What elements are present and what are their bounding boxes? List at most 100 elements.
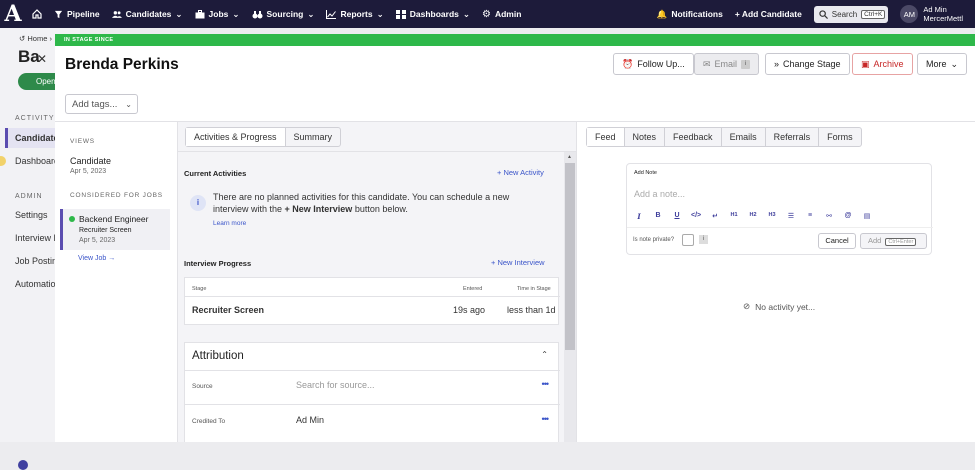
- avatar[interactable]: AM: [900, 5, 919, 23]
- add-note-button[interactable]: Add Ctrl+Enter: [860, 233, 927, 249]
- view-candidate[interactable]: Candidate: [70, 156, 111, 166]
- help-icon[interactable]: [18, 460, 28, 470]
- briefcase-icon: [195, 9, 205, 18]
- h2-button[interactable]: H2: [748, 212, 758, 221]
- chevron-down-icon: ⌄: [125, 100, 132, 109]
- source-more-icon[interactable]: •••: [542, 379, 550, 389]
- numbered-list-button[interactable]: ≡: [805, 212, 815, 221]
- credited-more-icon[interactable]: •••: [542, 414, 550, 424]
- nav-sourcing[interactable]: Sourcing ⌄: [246, 9, 321, 20]
- info-text-bold: + New Interview: [284, 204, 353, 214]
- add-tags-select[interactable]: Add tags... ⌄: [65, 94, 138, 114]
- nav-admin[interactable]: ⚙ Admin: [476, 9, 527, 20]
- status-dot: [0, 156, 6, 166]
- nav-reports[interactable]: Reports ⌄: [320, 9, 389, 20]
- search-button[interactable]: Search Ctrl+K: [813, 5, 889, 23]
- nav-candidates-label: Candidates: [125, 9, 172, 19]
- table-header-stage: Stage: [192, 286, 207, 292]
- format-toolbar: I B U </> ↵ H1 H2 H3 ☰ ≡ ⚯ @ ▤: [634, 212, 872, 221]
- info-text-2: button below.: [352, 204, 408, 214]
- tab-emails[interactable]: Emails: [722, 128, 766, 146]
- search-icon: [819, 9, 828, 19]
- nav-sourcing-label: Sourcing: [266, 9, 304, 19]
- private-checkbox[interactable]: [682, 234, 694, 246]
- notifications-button[interactable]: 🔔 Notifications: [651, 9, 729, 20]
- top-nav-bar: A Pipeline Candidates ⌄ Jobs ⌄ Sourcing …: [0, 0, 975, 28]
- chart-icon: [326, 9, 337, 19]
- source-label: Source: [192, 383, 213, 390]
- info-icon: i: [190, 195, 206, 211]
- italic-button[interactable]: I: [634, 212, 644, 221]
- tab-feed[interactable]: Feed: [587, 128, 625, 146]
- view-date: Apr 5, 2023: [70, 168, 107, 175]
- scroll-up-icon[interactable]: ▲: [567, 154, 572, 160]
- scrollbar[interactable]: ▲: [564, 152, 576, 442]
- code-button[interactable]: </>: [691, 212, 701, 221]
- code-block-button[interactable]: ↵: [710, 212, 720, 221]
- nav-dashboards[interactable]: Dashboards ⌄: [390, 9, 476, 20]
- source-search-input[interactable]: Search for source...: [296, 380, 375, 390]
- feed-panel: Feed Notes Feedback Emails Referrals For…: [578, 122, 975, 442]
- chevron-down-icon: ⌄: [307, 8, 315, 19]
- cancel-button[interactable]: Cancel: [818, 233, 856, 249]
- job-card[interactable]: Backend Engineer Recruiter Screen Apr 5,…: [60, 209, 170, 250]
- bullet-list-button[interactable]: ☰: [786, 212, 796, 221]
- sidebar-item-settings[interactable]: Settings: [15, 210, 48, 220]
- divider: [185, 296, 560, 297]
- candidate-name: Brenda Perkins: [65, 56, 179, 73]
- gear-icon: ⚙: [481, 8, 491, 20]
- no-activity-icon: ⊘: [743, 301, 751, 311]
- h3-button[interactable]: H3: [767, 212, 777, 221]
- email-label: Email: [714, 59, 738, 69]
- job-stage: Recruiter Screen: [79, 227, 132, 234]
- info-icon[interactable]: i: [699, 235, 708, 244]
- search-shortcut: Ctrl+K: [861, 9, 886, 19]
- nav-dashboards-label: Dashboards: [409, 9, 459, 19]
- sidebar-item-automation[interactable]: Automation: [15, 279, 61, 289]
- follow-up-button[interactable]: ⏰ Follow Up...: [613, 53, 694, 75]
- tab-feedback[interactable]: Feedback: [665, 128, 722, 146]
- nav-admin-label: Admin: [494, 9, 522, 19]
- considered-label: CONSIDERED FOR JOBS: [70, 192, 163, 199]
- breadcrumb-home[interactable]: Home: [27, 34, 47, 43]
- nav-pipeline[interactable]: Pipeline: [48, 9, 106, 19]
- h1-button[interactable]: H1: [729, 212, 739, 221]
- credited-value[interactable]: Ad Min: [296, 415, 324, 425]
- user-menu[interactable]: Ad Min MercerMettl: [923, 5, 963, 23]
- scrollbar-thumb[interactable]: [565, 163, 575, 350]
- underline-button[interactable]: U: [672, 212, 682, 221]
- link-button[interactable]: ⚯: [824, 212, 834, 221]
- close-icon[interactable]: ✕: [35, 52, 49, 66]
- tab-activities-progress[interactable]: Activities & Progress: [186, 128, 286, 146]
- nav-jobs[interactable]: Jobs ⌄: [189, 9, 246, 20]
- new-activity-button[interactable]: + New Activity: [497, 168, 544, 177]
- view-job-link[interactable]: View Job →: [78, 255, 115, 262]
- change-stage-button[interactable]: » Change Stage: [765, 53, 850, 75]
- sidebar-item-dashboard[interactable]: Dashboard: [15, 156, 59, 166]
- nav-candidates[interactable]: Candidates ⌄: [106, 9, 189, 20]
- app-logo[interactable]: A: [0, 0, 26, 28]
- tab-notes[interactable]: Notes: [625, 128, 666, 146]
- tab-referrals[interactable]: Referrals: [766, 128, 820, 146]
- attachment-button[interactable]: ▤: [862, 212, 872, 221]
- search-label: Search: [831, 9, 858, 19]
- table-cell-time: less than 1d: [507, 305, 556, 315]
- filter-icon: [54, 10, 63, 18]
- more-button[interactable]: More ⌄: [917, 53, 968, 75]
- mention-button[interactable]: @: [843, 212, 853, 221]
- tab-summary[interactable]: Summary: [286, 128, 341, 146]
- email-button[interactable]: ✉ Email i: [694, 53, 760, 75]
- tab-forms[interactable]: Forms: [819, 128, 861, 146]
- breadcrumb[interactable]: ↺ Home ›: [19, 34, 52, 43]
- table-cell-stage: Recruiter Screen: [192, 305, 265, 315]
- note-input[interactable]: Add a note...: [634, 189, 685, 199]
- bold-button[interactable]: B: [653, 212, 663, 221]
- chevron-up-icon[interactable]: ⌃: [541, 350, 548, 359]
- learn-more-link[interactable]: Learn more: [213, 220, 246, 227]
- new-interview-button[interactable]: + New Interview: [491, 258, 545, 267]
- attribution-section: Attribution ⌃ Source Search for source..…: [184, 342, 560, 442]
- add-candidate-button[interactable]: + Add Candidate: [729, 9, 808, 19]
- sidebar-item-interview[interactable]: Interview P: [15, 233, 60, 243]
- nav-home[interactable]: [26, 9, 48, 19]
- archive-button[interactable]: ▣ Archive: [852, 53, 913, 75]
